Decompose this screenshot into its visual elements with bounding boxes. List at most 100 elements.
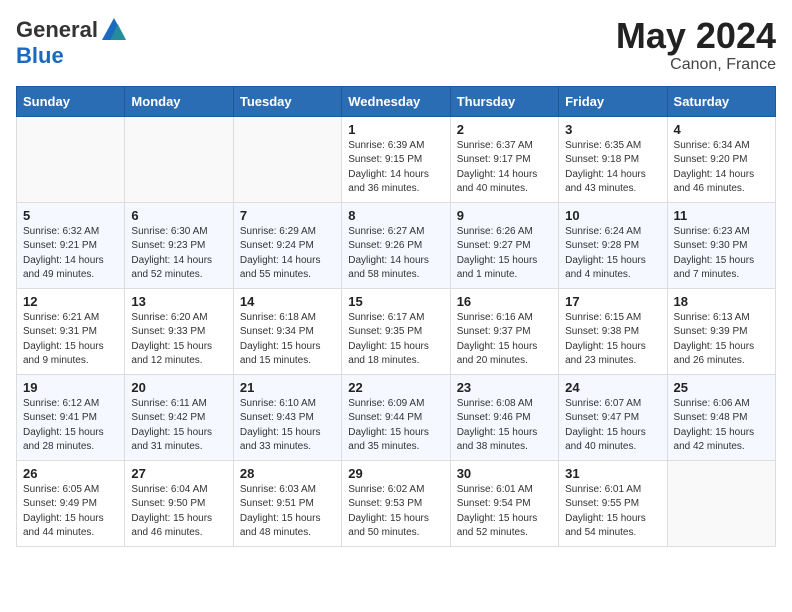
day-info: Sunrise: 6:09 AM Sunset: 9:44 PM Dayligh… bbox=[348, 397, 443, 455]
calendar-cell: 21 Sunrise: 6:10 AM Sunset: 9:43 PM Dayli… bbox=[233, 374, 341, 460]
day-info: Sunrise: 6:11 AM Sunset: 9:42 PM Dayligh… bbox=[131, 397, 226, 455]
calendar-cell bbox=[233, 116, 341, 202]
day-info: Sunrise: 6:01 AM Sunset: 9:54 PM Dayligh… bbox=[457, 483, 552, 541]
day-number: 26 bbox=[23, 466, 118, 481]
day-number: 1 bbox=[348, 122, 443, 137]
day-number: 25 bbox=[674, 380, 769, 395]
day-number: 18 bbox=[674, 294, 769, 309]
day-info: Sunrise: 6:26 AM Sunset: 9:27 PM Dayligh… bbox=[457, 225, 552, 283]
day-number: 21 bbox=[240, 380, 335, 395]
day-number: 30 bbox=[457, 466, 552, 481]
calendar-cell: 3 Sunrise: 6:35 AM Sunset: 9:18 PM Daylig… bbox=[559, 116, 667, 202]
day-number: 6 bbox=[131, 208, 226, 223]
day-info: Sunrise: 6:13 AM Sunset: 9:39 PM Dayligh… bbox=[674, 311, 769, 369]
weekday-header-friday: Friday bbox=[559, 86, 667, 116]
day-info: Sunrise: 6:29 AM Sunset: 9:24 PM Dayligh… bbox=[240, 225, 335, 283]
day-info: Sunrise: 6:23 AM Sunset: 9:30 PM Dayligh… bbox=[674, 225, 769, 283]
calendar-cell: 14 Sunrise: 6:18 AM Sunset: 9:34 PM Dayli… bbox=[233, 288, 341, 374]
weekday-header-thursday: Thursday bbox=[450, 86, 558, 116]
calendar-cell: 5 Sunrise: 6:32 AM Sunset: 9:21 PM Daylig… bbox=[17, 202, 125, 288]
day-info: Sunrise: 6:27 AM Sunset: 9:26 PM Dayligh… bbox=[348, 225, 443, 283]
weekday-header-saturday: Saturday bbox=[667, 86, 775, 116]
calendar-cell bbox=[17, 116, 125, 202]
day-number: 29 bbox=[348, 466, 443, 481]
calendar-cell: 16 Sunrise: 6:16 AM Sunset: 9:37 PM Dayli… bbox=[450, 288, 558, 374]
calendar-week-5: 26 Sunrise: 6:05 AM Sunset: 9:49 PM Dayli… bbox=[17, 460, 776, 546]
calendar-cell: 25 Sunrise: 6:06 AM Sunset: 9:48 PM Dayli… bbox=[667, 374, 775, 460]
calendar-cell: 4Sunrise: 6:34 AM Sunset: 9:20 PM Daylig… bbox=[667, 116, 775, 202]
location-title: Canon, France bbox=[616, 56, 776, 74]
calendar-cell: 9 Sunrise: 6:26 AM Sunset: 9:27 PM Daylig… bbox=[450, 202, 558, 288]
day-info: Sunrise: 6:30 AM Sunset: 9:23 PM Dayligh… bbox=[131, 225, 226, 283]
day-number: 8 bbox=[348, 208, 443, 223]
weekday-header-tuesday: Tuesday bbox=[233, 86, 341, 116]
calendar-week-4: 19 Sunrise: 6:12 AM Sunset: 9:41 PM Dayli… bbox=[17, 374, 776, 460]
day-info: Sunrise: 6:37 AM Sunset: 9:17 PM Dayligh… bbox=[457, 139, 552, 197]
calendar-cell: 10 Sunrise: 6:24 AM Sunset: 9:28 PM Dayli… bbox=[559, 202, 667, 288]
day-number: 10 bbox=[565, 208, 660, 223]
calendar-cell: 8 Sunrise: 6:27 AM Sunset: 9:26 PM Daylig… bbox=[342, 202, 450, 288]
day-number: 5 bbox=[23, 208, 118, 223]
day-info: Sunrise: 6:17 AM Sunset: 9:35 PM Dayligh… bbox=[348, 311, 443, 369]
calendar-cell: 2Sunrise: 6:37 AM Sunset: 9:17 PM Daylig… bbox=[450, 116, 558, 202]
calendar-cell: 12 Sunrise: 6:21 AM Sunset: 9:31 PM Dayli… bbox=[17, 288, 125, 374]
page-header: General Blue May 2024 Canon, France bbox=[16, 16, 776, 74]
calendar-cell: 7 Sunrise: 6:29 AM Sunset: 9:24 PM Daylig… bbox=[233, 202, 341, 288]
calendar-cell: 15 Sunrise: 6:17 AM Sunset: 9:35 PM Dayli… bbox=[342, 288, 450, 374]
calendar-header-row: SundayMondayTuesdayWednesdayThursdayFrid… bbox=[17, 86, 776, 116]
day-number: 13 bbox=[131, 294, 226, 309]
logo-icon bbox=[100, 16, 128, 44]
day-info: Sunrise: 6:10 AM Sunset: 9:43 PM Dayligh… bbox=[240, 397, 335, 455]
day-info: Sunrise: 6:06 AM Sunset: 9:48 PM Dayligh… bbox=[674, 397, 769, 455]
calendar-cell: 24Sunrise: 6:07 AM Sunset: 9:47 PM Dayli… bbox=[559, 374, 667, 460]
day-info: Sunrise: 6:32 AM Sunset: 9:21 PM Dayligh… bbox=[23, 225, 118, 283]
calendar-cell bbox=[667, 460, 775, 546]
calendar-cell: 28 Sunrise: 6:03 AM Sunset: 9:51 PM Dayli… bbox=[233, 460, 341, 546]
day-info: Sunrise: 6:15 AM Sunset: 9:38 PM Dayligh… bbox=[565, 311, 660, 369]
day-info: Sunrise: 6:18 AM Sunset: 9:34 PM Dayligh… bbox=[240, 311, 335, 369]
day-number: 12 bbox=[23, 294, 118, 309]
day-info: Sunrise: 6:08 AM Sunset: 9:46 PM Dayligh… bbox=[457, 397, 552, 455]
day-info: Sunrise: 6:05 AM Sunset: 9:49 PM Dayligh… bbox=[23, 483, 118, 541]
logo: General Blue bbox=[16, 16, 128, 68]
day-info: Sunrise: 6:39 AM Sunset: 9:15 PM Dayligh… bbox=[348, 139, 443, 197]
day-number: 19 bbox=[23, 380, 118, 395]
day-info: Sunrise: 6:24 AM Sunset: 9:28 PM Dayligh… bbox=[565, 225, 660, 283]
calendar-week-2: 5 Sunrise: 6:32 AM Sunset: 9:21 PM Daylig… bbox=[17, 202, 776, 288]
calendar-cell: 20 Sunrise: 6:11 AM Sunset: 9:42 PM Dayli… bbox=[125, 374, 233, 460]
calendar-cell: 13 Sunrise: 6:20 AM Sunset: 9:33 PM Dayli… bbox=[125, 288, 233, 374]
calendar-cell: 27Sunrise: 6:04 AM Sunset: 9:50 PM Dayli… bbox=[125, 460, 233, 546]
weekday-header-wednesday: Wednesday bbox=[342, 86, 450, 116]
day-number: 31 bbox=[565, 466, 660, 481]
calendar-cell: 23Sunrise: 6:08 AM Sunset: 9:46 PM Dayli… bbox=[450, 374, 558, 460]
day-info: Sunrise: 6:03 AM Sunset: 9:51 PM Dayligh… bbox=[240, 483, 335, 541]
calendar-cell: 26 Sunrise: 6:05 AM Sunset: 9:49 PM Dayli… bbox=[17, 460, 125, 546]
calendar-cell: 17Sunrise: 6:15 AM Sunset: 9:38 PM Dayli… bbox=[559, 288, 667, 374]
day-info: Sunrise: 6:12 AM Sunset: 9:41 PM Dayligh… bbox=[23, 397, 118, 455]
day-number: 3 bbox=[565, 122, 660, 137]
day-number: 24 bbox=[565, 380, 660, 395]
day-info: Sunrise: 6:02 AM Sunset: 9:53 PM Dayligh… bbox=[348, 483, 443, 541]
day-info: Sunrise: 6:20 AM Sunset: 9:33 PM Dayligh… bbox=[131, 311, 226, 369]
calendar-cell: 30 Sunrise: 6:01 AM Sunset: 9:54 PM Dayli… bbox=[450, 460, 558, 546]
calendar-cell: 6 Sunrise: 6:30 AM Sunset: 9:23 PM Daylig… bbox=[125, 202, 233, 288]
day-number: 14 bbox=[240, 294, 335, 309]
calendar-table: SundayMondayTuesdayWednesdayThursdayFrid… bbox=[16, 86, 776, 547]
day-info: Sunrise: 6:16 AM Sunset: 9:37 PM Dayligh… bbox=[457, 311, 552, 369]
logo-blue-text: Blue bbox=[16, 44, 64, 68]
day-info: Sunrise: 6:35 AM Sunset: 9:18 PM Dayligh… bbox=[565, 139, 660, 197]
day-number: 7 bbox=[240, 208, 335, 223]
calendar-cell: 31Sunrise: 6:01 AM Sunset: 9:55 PM Dayli… bbox=[559, 460, 667, 546]
day-info: Sunrise: 6:04 AM Sunset: 9:50 PM Dayligh… bbox=[131, 483, 226, 541]
day-number: 9 bbox=[457, 208, 552, 223]
calendar-cell: 22Sunrise: 6:09 AM Sunset: 9:44 PM Dayli… bbox=[342, 374, 450, 460]
day-info: Sunrise: 6:21 AM Sunset: 9:31 PM Dayligh… bbox=[23, 311, 118, 369]
logo-general-text: General bbox=[16, 18, 98, 42]
month-title: May 2024 bbox=[616, 16, 776, 56]
day-number: 20 bbox=[131, 380, 226, 395]
day-number: 28 bbox=[240, 466, 335, 481]
calendar-cell: 18 Sunrise: 6:13 AM Sunset: 9:39 PM Dayli… bbox=[667, 288, 775, 374]
day-number: 16 bbox=[457, 294, 552, 309]
day-number: 15 bbox=[348, 294, 443, 309]
calendar-week-1: 1 Sunrise: 6:39 AM Sunset: 9:15 PM Daylig… bbox=[17, 116, 776, 202]
